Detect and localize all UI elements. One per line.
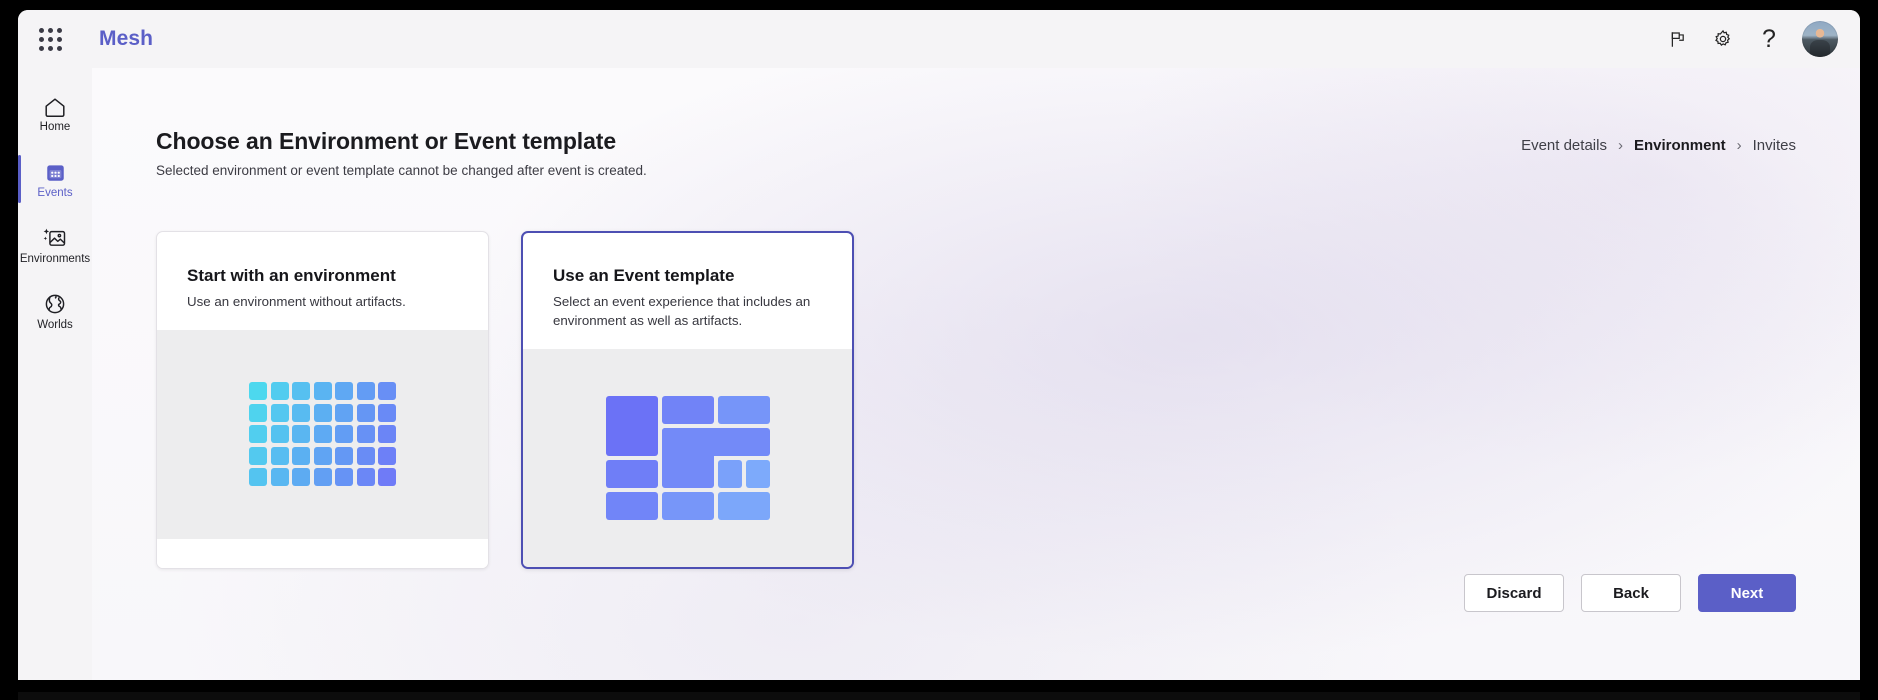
- grid-tile: [292, 468, 310, 487]
- grid-tile: [313, 382, 332, 401]
- page-subtitle: Selected environment or event template c…: [156, 163, 647, 178]
- sidebar-item-label: Environments: [19, 253, 91, 266]
- globe-icon: [43, 290, 67, 316]
- main-content: Choose an Environment or Event template …: [92, 68, 1860, 680]
- grid-tile: [249, 382, 267, 401]
- grid-tile: [356, 468, 375, 487]
- back-button[interactable]: Back: [1581, 574, 1681, 612]
- card-artwork-grid-tiles: [157, 329, 488, 539]
- page-header: Choose an Environment or Event template …: [156, 68, 1796, 178]
- grid-tile: [249, 425, 267, 444]
- sidebar-item-home[interactable]: Home: [18, 80, 92, 146]
- grid-tile: [249, 403, 267, 422]
- grid-tile: [335, 382, 353, 401]
- grid-tile: [292, 425, 310, 444]
- gear-icon[interactable]: [1700, 16, 1746, 62]
- waffle-grid-icon[interactable]: [27, 27, 73, 51]
- grid-tile: [270, 382, 289, 401]
- sidebar-item-environments[interactable]: Environments: [18, 212, 92, 278]
- grid-tile: [335, 425, 353, 444]
- help-glyph: ?: [1762, 24, 1776, 53]
- top-app-bar: Mesh ?: [18, 10, 1860, 68]
- taskbar-strip: [18, 692, 1860, 700]
- mosaic-tile: [745, 459, 770, 488]
- card-title: Start with an environment: [187, 266, 396, 285]
- top-bar-actions: ?: [1654, 16, 1860, 62]
- card-footer-strip: [157, 539, 488, 568]
- card-start-with-environment[interactable]: Start with an environment Use an environ…: [156, 231, 489, 569]
- card-artwork-mosaic-tiles: [523, 348, 852, 567]
- sidebar: Home Events Environments Worlds: [18, 68, 92, 680]
- card-title: Use an Event template: [553, 266, 735, 285]
- breadcrumb-item-environment[interactable]: Environment: [1634, 137, 1726, 154]
- grid-tile: [356, 446, 375, 465]
- grid-tile: [356, 425, 375, 444]
- grid-tile: [313, 403, 332, 422]
- grid-tile: [335, 468, 353, 487]
- mosaic-tile: [717, 395, 770, 424]
- sidebar-item-label: Events: [37, 187, 73, 200]
- grid-tile: [249, 446, 267, 465]
- avatar[interactable]: [1802, 21, 1838, 57]
- card-description: Use an environment without artifacts.: [187, 294, 406, 309]
- flag-icon[interactable]: [1654, 16, 1700, 62]
- page-heading-block: Choose an Environment or Event template …: [156, 128, 647, 178]
- sidebar-item-worlds[interactable]: Worlds: [18, 278, 92, 344]
- sidebar-item-label: Home: [39, 121, 71, 134]
- mosaic-tile: [605, 459, 658, 488]
- breadcrumb-item-invites[interactable]: Invites: [1753, 137, 1796, 154]
- card-description: Select an event experience that includes…: [553, 294, 811, 328]
- grid-tile: [249, 468, 267, 487]
- next-button[interactable]: Next: [1698, 574, 1796, 612]
- grid-tile: [378, 403, 396, 422]
- grid-tile: [270, 403, 289, 422]
- sidebar-item-label: Worlds: [37, 319, 73, 332]
- mosaic-tile: [717, 459, 742, 488]
- page-title: Choose an Environment or Event template: [156, 128, 617, 154]
- app-brand-title: Mesh: [99, 27, 154, 50]
- chevron-right-icon: ›: [1736, 137, 1742, 154]
- grid-tile: [378, 425, 396, 444]
- card-use-event-template[interactable]: Use an Event template Select an event ex…: [521, 231, 854, 569]
- question-mark-icon[interactable]: ?: [1746, 16, 1792, 62]
- mosaic-tile: [605, 395, 658, 456]
- mosaic-tile: [661, 427, 714, 488]
- grid-tile: [378, 468, 396, 487]
- grid-tile: [378, 446, 396, 465]
- wizard-footer-actions: Discard Back Next: [1464, 574, 1796, 612]
- mosaic-tile: [661, 491, 714, 520]
- chevron-right-icon: ›: [1617, 137, 1623, 154]
- image-sparkle-icon: [42, 224, 68, 250]
- mosaic-tile: [605, 491, 658, 520]
- discard-button[interactable]: Discard: [1464, 574, 1564, 612]
- grid-tile: [335, 403, 353, 422]
- card-text-block: Use an Event template Select an event ex…: [523, 233, 852, 331]
- page-container: Choose an Environment or Event template …: [92, 68, 1860, 680]
- breadcrumb: Event details › Environment › Invites: [1521, 128, 1796, 154]
- sidebar-item-events[interactable]: Events: [18, 146, 92, 212]
- home-icon: [43, 92, 67, 118]
- grid-tile: [292, 446, 310, 465]
- grid-tile: [313, 446, 332, 465]
- breadcrumb-item-event-details[interactable]: Event details: [1521, 137, 1607, 154]
- grid-tile: [356, 382, 375, 401]
- template-choice-list: Start with an environment Use an environ…: [156, 231, 1796, 569]
- grid-tile: [270, 425, 289, 444]
- mosaic-tile: [661, 395, 714, 424]
- card-text-block: Start with an environment Use an environ…: [157, 232, 488, 312]
- grid-tile: [313, 425, 332, 444]
- calendar-icon: [44, 158, 67, 184]
- grid-tile: [378, 382, 396, 401]
- app-window: Mesh ? Home Events Environments Worlds C…: [18, 10, 1860, 680]
- grid-tile: [313, 468, 332, 487]
- grid-tile: [270, 468, 289, 487]
- grid-tile: [292, 403, 310, 422]
- grid-tile: [292, 382, 310, 401]
- mosaic-tile: [717, 491, 770, 520]
- grid-tile: [335, 446, 353, 465]
- grid-tile: [270, 446, 289, 465]
- grid-tile: [356, 403, 375, 422]
